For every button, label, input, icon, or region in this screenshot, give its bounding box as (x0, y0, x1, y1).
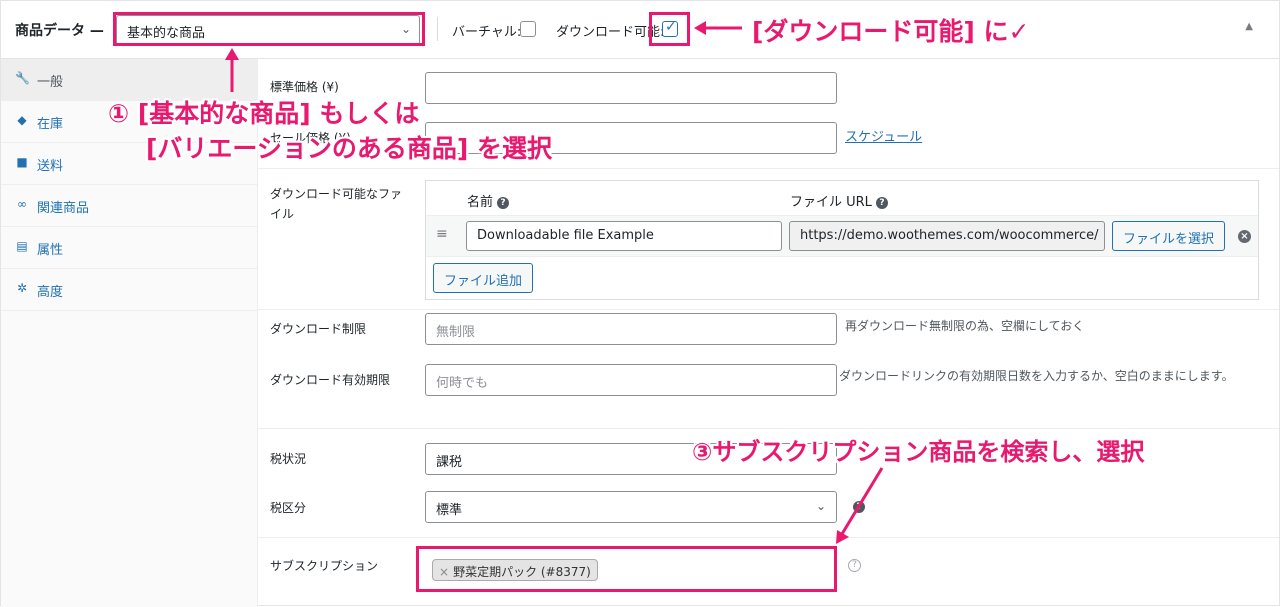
choose-file-button[interactable]: ファイルを選択 (1112, 221, 1226, 251)
regular-price-input[interactable] (425, 72, 837, 104)
truck-icon: ■ (16, 155, 28, 169)
collapse-toggle-icon[interactable]: ▲ (1245, 21, 1253, 32)
product-data-panel: 商品データ — 基本的な商品 ⌄ バーチャル: ダウンロード可能: ▲ 🔧 一般… (0, 0, 1280, 607)
files-col-header: ファイル URL? (790, 191, 888, 210)
regular-price-label: 標準価格 (¥) (270, 80, 339, 94)
file-row: ≡ Downloadable file Example https://demo… (426, 215, 1258, 257)
download-limit-input[interactable]: 無制限 (425, 313, 837, 345)
help-icon[interactable]: ? (497, 196, 510, 209)
files-col-name: 名前 (467, 195, 494, 210)
tax-class-select[interactable]: 標準 ⌄ (425, 491, 837, 523)
tax-class-label: 税区分 (270, 501, 307, 515)
subscription-label: サブスクリプション (270, 559, 379, 573)
tab-attributes[interactable]: ▤ 属性 (1, 227, 258, 269)
help-icon[interactable]: ? (875, 196, 888, 209)
gear-icon: ✲ (16, 281, 28, 295)
wrench-icon: 🔧 (15, 71, 30, 85)
chevron-down-icon: ⌄ (815, 499, 826, 513)
tab-label: 属性 (37, 243, 64, 258)
schedule-link[interactable]: スケジュール (845, 126, 922, 145)
downloadable-files-table: 名前? ファイル URL? ≡ Downloadable file Exampl… (425, 180, 1259, 300)
question-icon[interactable]: ? (848, 559, 861, 572)
delete-file-icon[interactable]: × (1238, 230, 1251, 243)
tag-icon: ◆ (17, 113, 27, 127)
header-divider (437, 17, 438, 41)
download-expiry-input[interactable]: 何時でも (425, 364, 837, 396)
help-icon[interactable]: ? (853, 501, 865, 513)
tab-label: 在庫 (37, 117, 64, 132)
tab-label: 関連商品 (37, 201, 90, 216)
tab-label: 送料 (37, 159, 64, 174)
tab-linked-products[interactable]: ∞ 関連商品 (1, 185, 258, 227)
add-file-button[interactable]: ファイル追加 (433, 263, 534, 293)
files-col-header: 名前? (467, 191, 510, 210)
downloadable-files-label: ダウンロード可能なファイル (270, 187, 403, 221)
virtual-checkbox[interactable] (520, 21, 536, 37)
file-name-input[interactable]: Downloadable file Example (466, 221, 782, 251)
tab-label: 一般 (37, 75, 64, 90)
link-icon: ∞ (17, 197, 27, 211)
download-expiry-description: ダウンロードリンクの有効期限日数を入力するか、空白のままにします。 (839, 369, 1234, 383)
annotation-step2: [ダウンロード可能] に✓ (752, 17, 1030, 46)
tax-status-value: 課税 (436, 455, 463, 470)
drag-handle-icon[interactable]: ≡ (436, 226, 448, 242)
annotation-step1-line1: ① [基本的な商品] もしくは (108, 99, 420, 128)
tax-status-label: 税状況 (270, 452, 307, 466)
file-url-input[interactable]: https://demo.woothemes.com/woocommerce/ (789, 221, 1105, 251)
annotation-box-product-type (113, 12, 425, 46)
tab-advanced[interactable]: ✲ 高度 (1, 269, 258, 311)
annotation-step3: ③サブスクリプション商品を検索し、選択 (692, 438, 1145, 466)
panel-title: 商品データ — (15, 23, 104, 39)
download-limit-label: ダウンロード制限 (270, 322, 367, 336)
tax-class-value: 標準 (436, 503, 463, 518)
annotation-box-subscription (416, 546, 837, 592)
list-icon: ▤ (16, 239, 28, 253)
tab-label: 高度 (37, 285, 64, 300)
annotation-step1-line2: [バリエーションのある商品] を選択 (146, 134, 553, 163)
section-divider (258, 309, 1279, 310)
download-expiry-label: ダウンロード有効期限 (270, 373, 391, 387)
virtual-label: バーチャル: (452, 25, 522, 40)
section-divider (258, 537, 1279, 538)
annotation-box-downloadable (649, 12, 690, 46)
download-limit-description: 再ダウンロード無制限の為、空欄にしておく (845, 319, 1085, 333)
section-divider (258, 428, 1279, 429)
files-col-url: ファイル URL (790, 195, 872, 210)
section-divider (258, 168, 1279, 169)
